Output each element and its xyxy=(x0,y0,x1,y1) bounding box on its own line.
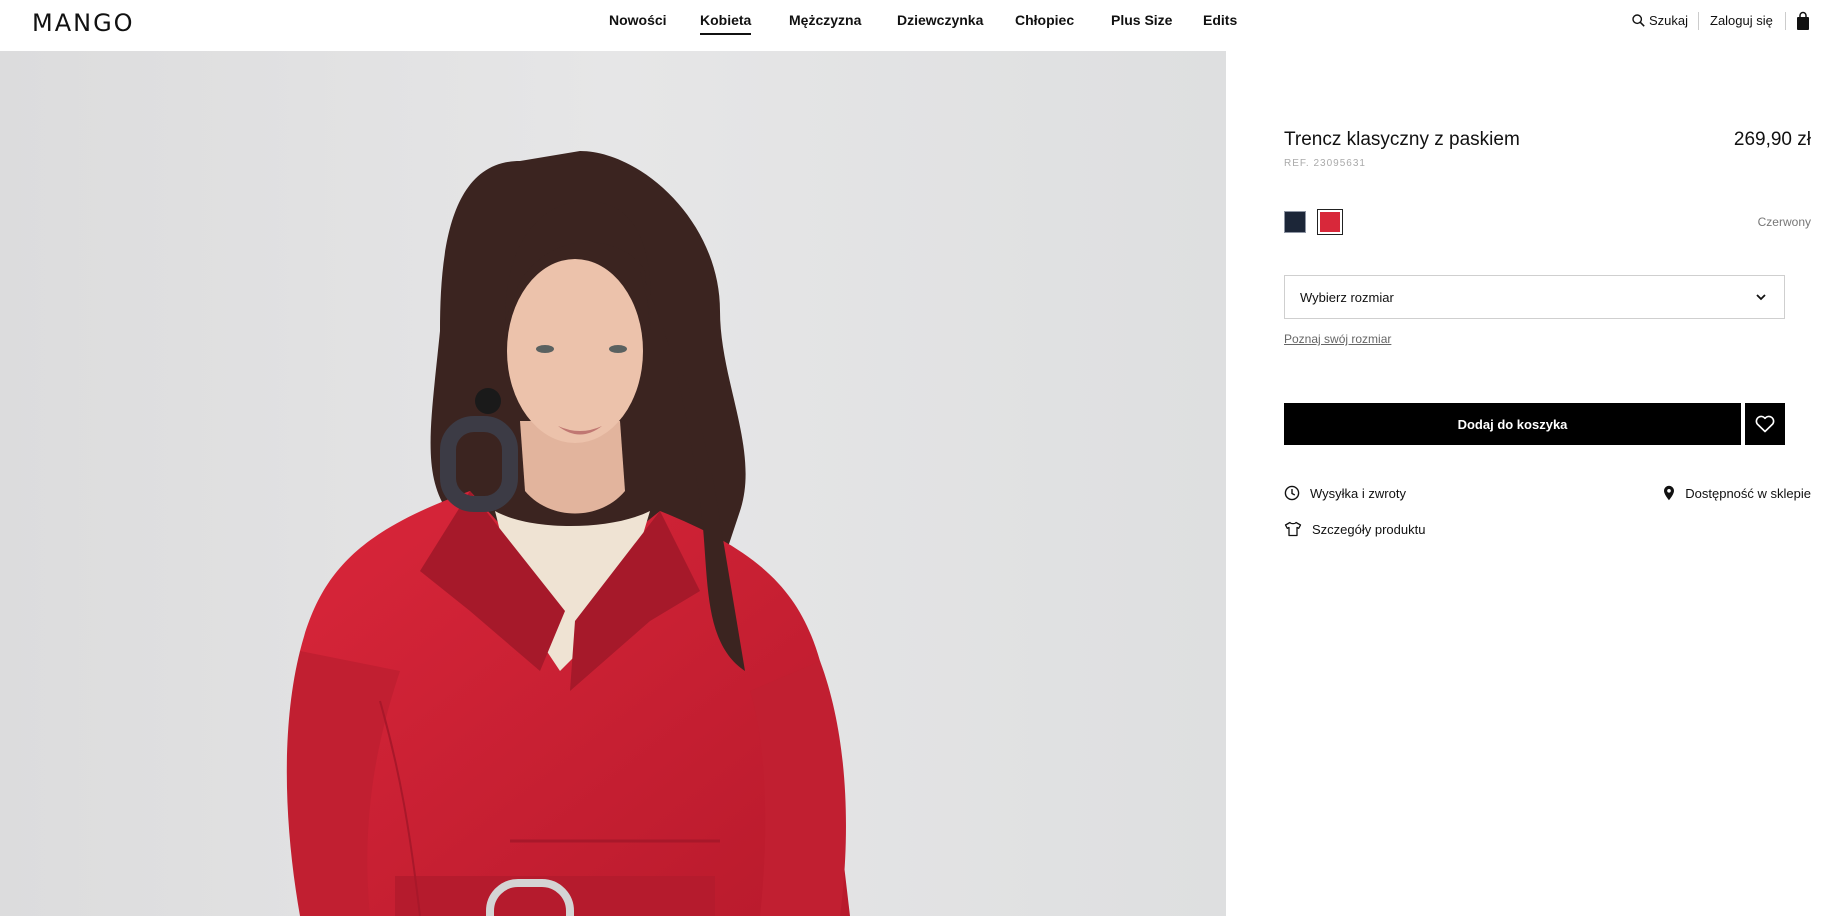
color-swatch-navy[interactable] xyxy=(1284,211,1306,233)
add-to-cart-button[interactable]: Dodaj do koszyka xyxy=(1284,403,1741,445)
nav-item-kobieta[interactable]: Kobieta xyxy=(700,12,752,35)
tshirt-icon xyxy=(1284,521,1302,537)
product-price: 269,90 zł xyxy=(1733,129,1811,150)
product-ref: REF. 23095631 xyxy=(1284,158,1366,169)
nav-item-dziewczynka[interactable]: Dziewczynka xyxy=(897,12,983,28)
shipping-returns-link[interactable]: Wysyłka i zwroty xyxy=(1284,485,1406,501)
product-photo xyxy=(0,51,1226,916)
header-divider xyxy=(1785,12,1786,30)
color-swatch-red-selected[interactable] xyxy=(1317,209,1343,235)
size-guide-link[interactable]: Poznaj swój rozmiar xyxy=(1284,332,1391,346)
chevron-down-icon xyxy=(1756,294,1766,301)
location-pin-icon xyxy=(1664,485,1675,501)
nav-item-edits[interactable]: Edits xyxy=(1203,12,1237,28)
size-select-placeholder: Wybierz rozmiar xyxy=(1300,289,1394,305)
store-availability-label: Dostępność w sklepie xyxy=(1685,485,1811,501)
shopping-bag-icon[interactable] xyxy=(1795,11,1811,31)
selected-color-name: Czerwony xyxy=(1757,215,1811,229)
nav-item-nowosci[interactable]: Nowości xyxy=(609,12,667,28)
clock-icon xyxy=(1284,485,1300,501)
main-nav: Nowości Kobieta Mężczyzna Dziewczynka Ch… xyxy=(0,12,1832,36)
add-to-favorites-button[interactable] xyxy=(1745,403,1785,445)
heart-icon xyxy=(1755,415,1775,433)
search-label: Szukaj xyxy=(1649,13,1689,28)
size-select[interactable]: Wybierz rozmiar xyxy=(1284,275,1785,319)
store-availability-link[interactable]: Dostępność w sklepie xyxy=(1663,485,1811,501)
search-button[interactable]: Szukaj xyxy=(1632,13,1688,28)
shipping-returns-label: Wysyłka i zwroty xyxy=(1310,485,1406,501)
header-divider xyxy=(1698,12,1699,30)
model-in-red-trench-coat-image xyxy=(0,51,1226,916)
product-info-panel: Trencz klasyczny z paskiem 269,90 zł REF… xyxy=(1226,51,1832,916)
login-link[interactable]: Zaloguj się xyxy=(1710,13,1773,28)
product-title: Trencz klasyczny z paskiem xyxy=(1284,129,1520,150)
nav-item-plus-size[interactable]: Plus Size xyxy=(1111,12,1172,28)
site-header: MANGO Nowości Kobieta Mężczyzna Dziewczy… xyxy=(0,0,1832,51)
search-icon xyxy=(1632,14,1645,27)
product-details-label: Szczegóły produktu xyxy=(1312,521,1426,537)
nav-item-chlopiec[interactable]: Chłopiec xyxy=(1015,12,1074,28)
color-swatch-red xyxy=(1320,212,1340,232)
product-details-link[interactable]: Szczegóły produktu xyxy=(1284,521,1425,537)
nav-item-mezczyzna[interactable]: Mężczyzna xyxy=(789,12,861,28)
